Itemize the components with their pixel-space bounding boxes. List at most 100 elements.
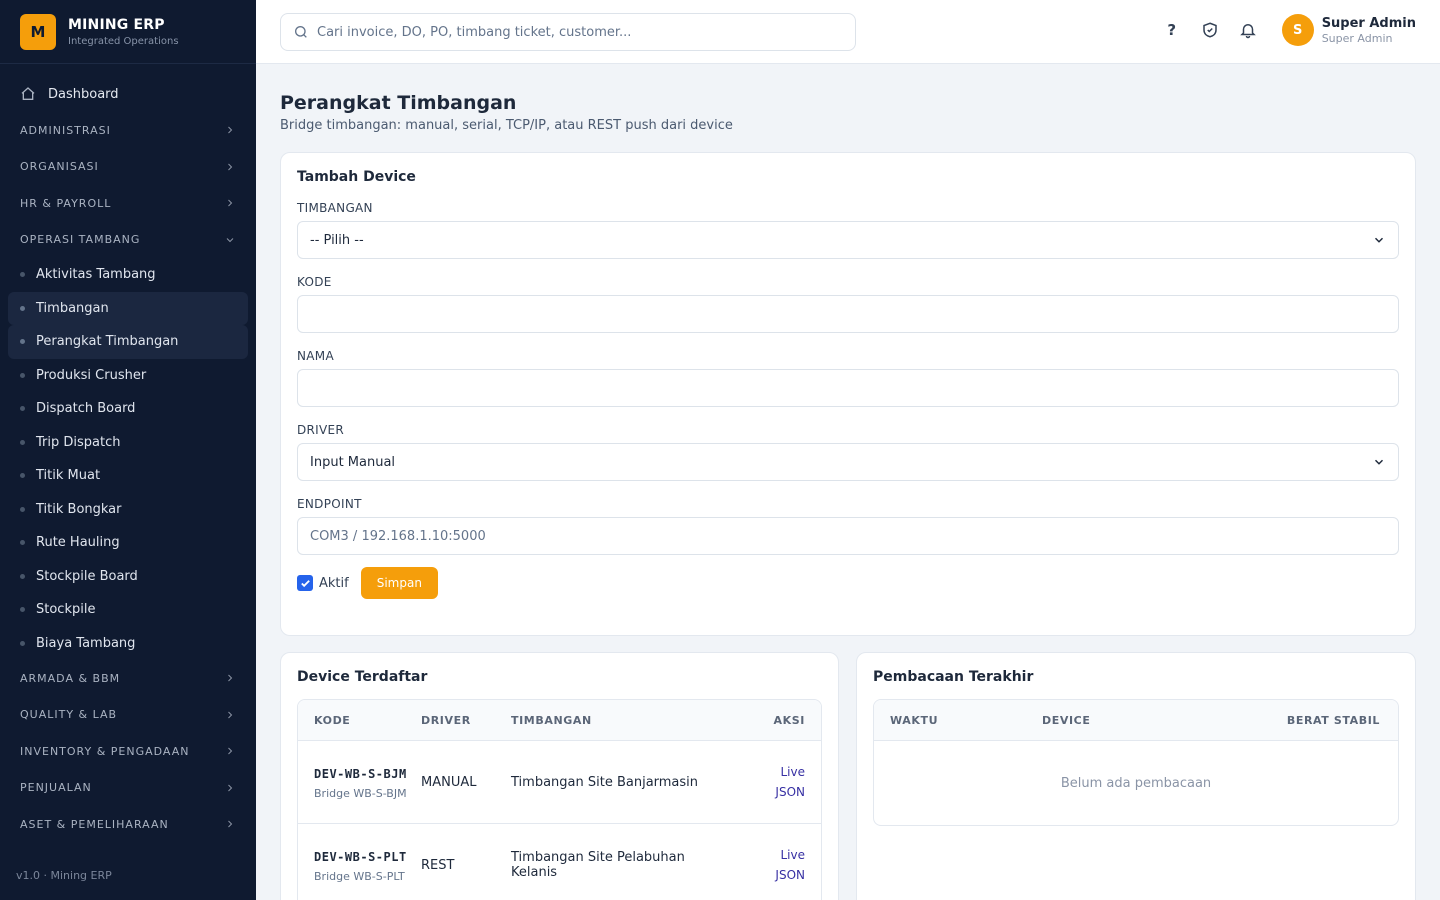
avatar[interactable]: S (1281, 14, 1314, 46)
table-row: DEV-WB-S-PLT Bridge WB-S-PLT REST Timban… (298, 824, 821, 900)
bullet-icon (20, 305, 25, 311)
sidebar-group-inventory-pengadaan[interactable]: INVENTORY & PENGADAAN (0, 733, 256, 770)
sidebar-group-armada-bbm[interactable]: ARMADA & BBM (0, 660, 256, 697)
kode-input[interactable] (297, 295, 1399, 333)
column-header-driver: DRIVER (421, 713, 471, 727)
chevron-right-icon (228, 674, 233, 682)
sidebar-group-label: ORGANISASI (20, 160, 99, 174)
chevron-down-icon (1374, 459, 1384, 465)
chevron-right-icon (228, 747, 233, 755)
device-code: DEV-WB-S-BJM (314, 767, 407, 781)
kode-label: KODE (297, 275, 332, 289)
column-header-timbangan: TIMBANGAN (511, 713, 592, 727)
sidebar: M MINING ERP Integrated Operations Dashb… (0, 0, 256, 900)
driver-label: DRIVER (297, 423, 345, 437)
sidebar-item-produksi-crusher[interactable]: Produksi Crusher (8, 359, 248, 393)
aktif-checkbox[interactable] (297, 575, 313, 591)
check-icon (300, 579, 310, 587)
live-link[interactable]: Live (716, 762, 805, 782)
sidebar-group-administrasi[interactable]: ADMINISTRASI (0, 112, 256, 149)
column-header-waktu: WAKTU (890, 713, 939, 727)
user-name: Super Admin (1321, 15, 1416, 31)
sidebar-item-label: Rute Hauling (36, 535, 120, 551)
timbangan-select[interactable]: -- Pilih -- (297, 221, 1399, 259)
sidebar-item-label: Perangkat Timbangan (36, 334, 179, 350)
sidebar-footer: v1.0 · Mining ERP (16, 869, 112, 882)
live-link[interactable]: Live (716, 845, 805, 865)
sidebar-item-timbangan[interactable]: Timbangan (8, 291, 248, 325)
sidebar-item-dashboard[interactable]: Dashboard (0, 76, 256, 112)
timbangan-select-value: -- Pilih -- (310, 232, 364, 248)
home-icon (21, 87, 35, 100)
card-title: Tambah Device (297, 169, 416, 185)
bullet-icon (20, 640, 25, 646)
column-header-aksi: AKSI (773, 713, 805, 727)
brand-subtitle: Integrated Operations (68, 35, 179, 47)
brand-logo: M (20, 13, 56, 50)
sidebar-item-trip-dispatch[interactable]: Trip Dispatch (8, 426, 248, 460)
sidebar-item-label: Stockpile Board (36, 568, 138, 584)
chevron-right-icon (228, 784, 233, 792)
sidebar-item-rute-hauling[interactable]: Rute Hauling (8, 526, 248, 560)
sidebar-group-aset-pemeliharaan[interactable]: ASET & PEMELIHARAAN (0, 806, 256, 843)
nama-input[interactable] (297, 369, 1399, 407)
sidebar-item-dispatch-board[interactable]: Dispatch Board (8, 392, 248, 426)
bullet-icon (20, 439, 25, 445)
nama-label: NAMA (297, 349, 334, 363)
device-timbangan: Timbangan Site Banjarmasin (511, 774, 699, 790)
user-menu[interactable]: Super Admin Super Admin (1322, 16, 1416, 45)
help-icon[interactable]: ? (1160, 18, 1184, 42)
shield-check-icon[interactable] (1198, 18, 1222, 42)
sidebar-item-perangkat-timbangan[interactable]: Perangkat Timbangan (8, 325, 248, 359)
column-header-kode: KODE (314, 713, 351, 727)
aktif-label: Aktif (319, 575, 349, 591)
sidebar-group-label: ADMINISTRASI (20, 123, 111, 137)
bell-icon[interactable] (1236, 18, 1260, 42)
brand: M MINING ERP Integrated Operations (0, 0, 256, 64)
sidebar-group-label: HR & PAYROLL (20, 196, 112, 210)
table-header: KODE DRIVER TIMBANGAN AKSI (298, 700, 821, 741)
sidebar-item-label: Stockpile (36, 602, 96, 618)
empty-state: Belum ada pembacaan (1060, 775, 1212, 791)
sidebar-item-biaya-tambang[interactable]: Biaya Tambang (8, 627, 248, 661)
driver-select[interactable]: Input Manual (297, 443, 1399, 481)
sidebar-item-label: Titik Bongkar (36, 501, 122, 517)
topbar: ? S Super Admin Super Admin (256, 0, 1440, 64)
device-code: DEV-WB-S-PLT (314, 850, 407, 864)
sidebar-group-label: INVENTORY & PENGADAAN (20, 744, 190, 758)
sidebar-item-label: Titik Muat (36, 468, 101, 484)
device-timbangan: Timbangan Site Pelabuhan Kelanis (511, 850, 685, 880)
endpoint-label: ENDPOINT (297, 497, 362, 511)
json-link[interactable]: JSON (716, 865, 805, 885)
sidebar-group-hr-payroll[interactable]: HR & PAYROLL (0, 185, 256, 222)
sidebar-item-stockpile[interactable]: Stockpile (8, 593, 248, 627)
sidebar-group-operasi-tambang[interactable]: OPERASI TAMBANG (0, 222, 256, 259)
device-driver: REST (421, 857, 455, 873)
sidebar-item-titik-bongkar[interactable]: Titik Bongkar (8, 493, 248, 527)
device-list-card: Device Terdaftar KODE DRIVER TIMBANGAN A… (280, 652, 839, 900)
json-link[interactable]: JSON (716, 782, 805, 802)
sidebar-item-label: Dashboard (48, 86, 119, 102)
sidebar-nav: Dashboard ADMINISTRASI ORGANISASI HR & P… (0, 64, 256, 843)
search-box (280, 13, 856, 51)
bullet-icon (20, 406, 25, 412)
bullet-icon (20, 607, 25, 613)
sidebar-group-organisasi[interactable]: ORGANISASI (0, 149, 256, 186)
timbangan-label: TIMBANGAN (297, 201, 373, 215)
endpoint-input[interactable]: COM3 / 192.168.1.10:5000 (297, 517, 1399, 555)
sidebar-group-label: PENJUALAN (20, 781, 92, 795)
main-content: Perangkat Timbangan Bridge timbangan: ma… (280, 64, 1416, 900)
latest-readings-card: Pembacaan Terakhir WAKTU DEVICE BERAT ST… (856, 652, 1416, 900)
chevron-right-icon (228, 163, 233, 171)
sidebar-item-aktivitas-tambang[interactable]: Aktivitas Tambang (8, 258, 248, 292)
sidebar-group-penjualan[interactable]: PENJUALAN (0, 770, 256, 807)
table-row: DEV-WB-S-BJM Bridge WB-S-BJM MANUAL Timb… (298, 741, 821, 824)
sidebar-item-label: Aktivitas Tambang (36, 267, 156, 283)
sidebar-group-quality-lab[interactable]: QUALITY & LAB (0, 697, 256, 734)
save-button[interactable]: Simpan (360, 567, 438, 599)
search-input[interactable] (317, 24, 837, 40)
sidebar-group-label: OPERASI TAMBANG (20, 233, 141, 247)
sidebar-item-stockpile-board[interactable]: Stockpile Board (8, 560, 248, 594)
sidebar-item-titik-muat[interactable]: Titik Muat (8, 459, 248, 493)
chevron-right-icon (228, 199, 233, 207)
